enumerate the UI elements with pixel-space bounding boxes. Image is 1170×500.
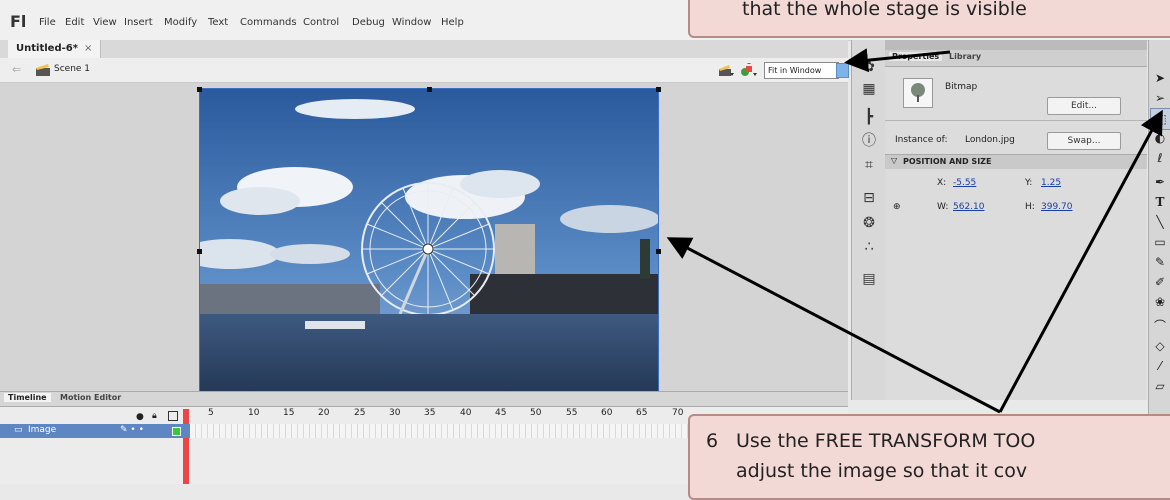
arrow-to-zoom: [844, 48, 951, 73]
arrow-to-free-transform: [998, 109, 1163, 413]
arrow-to-image: [666, 237, 1001, 414]
annotation-arrows: [666, 48, 1163, 414]
